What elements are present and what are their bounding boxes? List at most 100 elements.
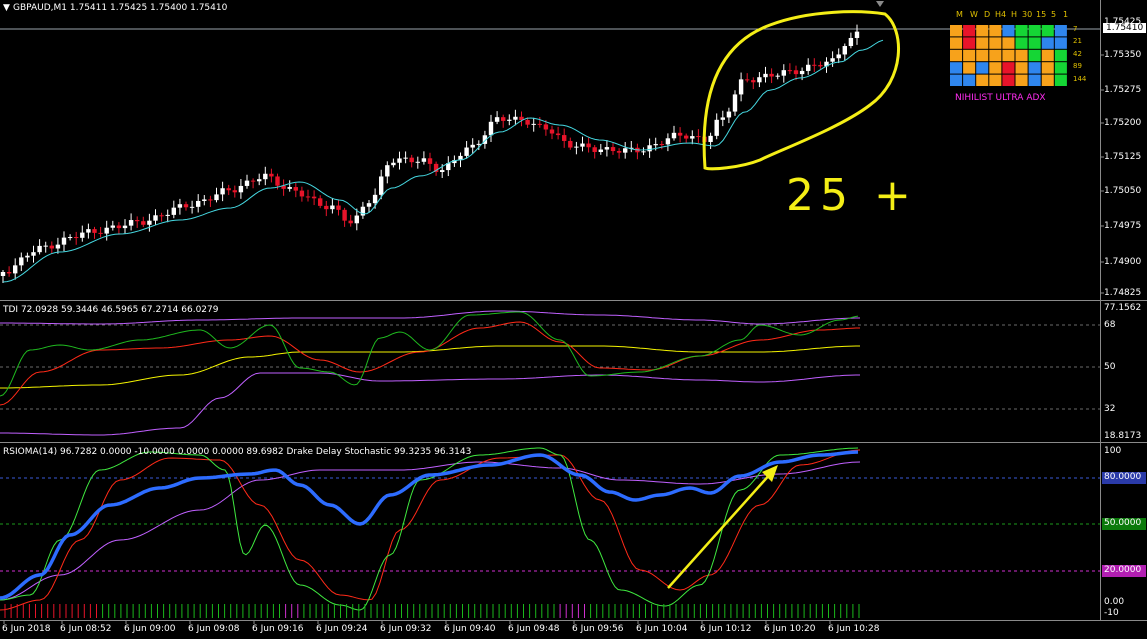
adx-timeframe-header: D xyxy=(984,10,991,19)
time-axis-label: 6 Jun 09:48 xyxy=(508,624,560,634)
adx-cell xyxy=(1015,37,1028,49)
adx-period-label: 42 xyxy=(1073,49,1082,58)
bear-candle xyxy=(751,80,756,83)
adx-timeframe-header: M xyxy=(956,10,963,19)
bull-candle xyxy=(781,70,786,76)
adx-cell xyxy=(976,25,989,37)
bull-candle xyxy=(623,148,628,153)
time-axis-label: 6 Jun 10:20 xyxy=(764,624,816,634)
bull-candle xyxy=(354,215,359,224)
bull-candle xyxy=(476,143,481,145)
bull-candle xyxy=(440,170,445,172)
bear-candle xyxy=(549,129,555,134)
adx-cell xyxy=(1015,62,1028,74)
bull-candle xyxy=(494,117,500,122)
adx-cell xyxy=(1054,49,1067,62)
adx-cell xyxy=(1028,49,1041,62)
price-axis-label: 1.74975 xyxy=(1104,221,1142,231)
bull-candle xyxy=(31,252,36,256)
bear-candle xyxy=(226,188,231,191)
time-axis-label: 6 Jun 08:52 xyxy=(60,624,112,634)
rsioma-axis-label: 80.0000 xyxy=(1104,472,1142,482)
adx-cell xyxy=(963,49,976,62)
bear-candle xyxy=(537,123,542,125)
chart-menu-icon[interactable]: ▼ xyxy=(3,3,10,13)
time-axis-label: 6 Jun 09:56 xyxy=(572,624,624,634)
shift-marker-icon xyxy=(876,1,884,7)
rsioma-axis-label: 50.0000 xyxy=(1104,518,1142,528)
adx-cell xyxy=(989,74,1002,86)
time-axis-label: 6 Jun 10:28 xyxy=(828,624,880,634)
bear-candle xyxy=(793,70,799,75)
adx-cell xyxy=(1028,62,1041,74)
adx-cell xyxy=(950,37,963,49)
bear-candle xyxy=(818,65,823,67)
adx-cell xyxy=(1054,25,1067,37)
adx-timeframe-header: W xyxy=(970,10,978,19)
adx-cell xyxy=(989,49,1002,62)
bull-candle xyxy=(220,188,225,195)
bull-candle xyxy=(665,138,671,145)
bull-candle xyxy=(507,119,512,121)
rsioma-axis-label: 100 xyxy=(1104,446,1122,456)
bear-candle xyxy=(6,272,12,274)
adx-timeframe-header: 5 xyxy=(1051,10,1057,19)
bear-candle xyxy=(318,198,323,206)
time-axis-label: 6 Jun 09:00 xyxy=(124,624,176,634)
time-axis-label: 6 Jun 2018 xyxy=(2,624,51,634)
bull-candle xyxy=(25,255,30,258)
bull-candle xyxy=(372,194,378,204)
bull-candle xyxy=(257,179,262,182)
bear-candle xyxy=(311,196,317,199)
moving-average-line xyxy=(2,39,884,283)
tdi-axis-label: 32 xyxy=(1104,404,1116,414)
annotation-ellipse xyxy=(702,10,900,171)
bear-candle xyxy=(568,140,573,148)
bear-candle xyxy=(501,117,506,121)
adx-cell xyxy=(963,37,976,49)
bull-candle xyxy=(641,151,646,153)
adx-timeframe-header: 30 xyxy=(1022,10,1033,19)
adx-period-label: 7 xyxy=(1073,25,1078,33)
bear-candle xyxy=(342,209,347,221)
bear-candle xyxy=(336,205,341,210)
tdi-indicator-pane[interactable] xyxy=(0,300,1147,442)
bull-candle xyxy=(330,205,335,210)
bear-candle xyxy=(208,199,213,201)
bull-candle xyxy=(61,237,67,245)
bear-candle xyxy=(74,237,79,239)
bear-candle xyxy=(92,229,97,233)
bear-candle xyxy=(49,245,54,249)
bear-candle xyxy=(275,176,280,186)
adx-cell xyxy=(1028,74,1041,86)
rsioma-title: RSIOMA(14) 96.7282 0.0000 -10.0000 0.000… xyxy=(3,447,472,457)
bull-candle xyxy=(189,206,195,208)
bull-candle xyxy=(708,135,713,142)
bull-candle xyxy=(763,73,768,78)
bear-candle xyxy=(610,147,616,152)
adx-cell xyxy=(1002,62,1015,74)
bull-candle xyxy=(55,244,61,249)
bear-candle xyxy=(269,173,274,177)
bear-candle xyxy=(586,143,591,148)
adx-cell xyxy=(1041,49,1054,62)
rsioma-axis-label: 0.00 xyxy=(1104,597,1125,607)
bull-candle xyxy=(513,116,518,120)
adx-cell xyxy=(1028,37,1041,49)
bull-candle xyxy=(196,200,201,207)
bull-candle xyxy=(470,144,475,148)
bull-candle xyxy=(854,31,860,38)
bear-candle xyxy=(293,187,298,191)
adx-cell xyxy=(1041,25,1054,37)
bull-candle xyxy=(848,37,854,47)
bear-candle xyxy=(812,64,817,66)
adx-cell xyxy=(1002,74,1015,86)
bull-candle xyxy=(421,158,427,162)
rsioma-axis-label: 20.0000 xyxy=(1104,565,1142,575)
bull-candle xyxy=(238,185,244,193)
rsioma-indicator-pane[interactable] xyxy=(0,442,1147,620)
price-axis-separator xyxy=(1100,0,1101,620)
rsioma-axis-label: -10 xyxy=(1104,608,1119,618)
bear-candle xyxy=(159,215,164,217)
bull-candle xyxy=(202,199,207,201)
